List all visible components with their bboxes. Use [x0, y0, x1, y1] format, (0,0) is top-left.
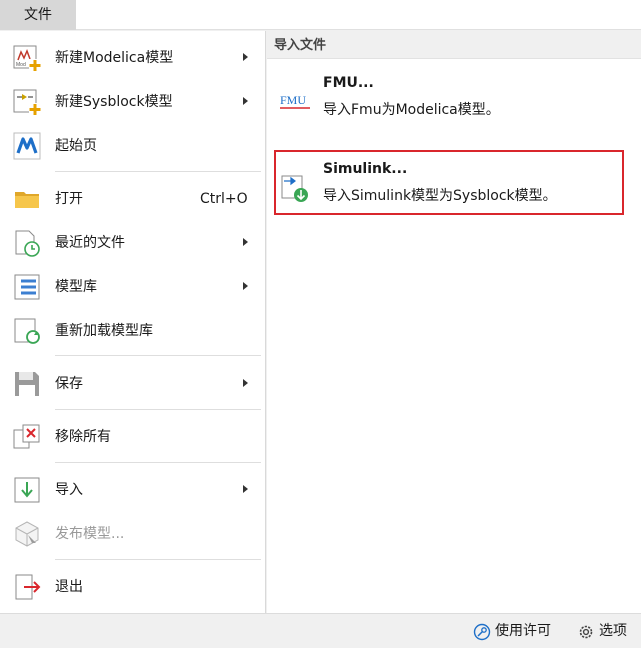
- publish-model-icon: [15, 521, 39, 547]
- menu-separator: [55, 355, 261, 356]
- recent-files-icon: [15, 230, 40, 257]
- menu-item-remove-all[interactable]: 移除所有: [0, 415, 266, 459]
- menu-separator: [55, 409, 261, 410]
- menu-item-model-library[interactable]: 模型库: [0, 265, 266, 309]
- folder-icon: [15, 192, 39, 208]
- import-item-desc: 导入Fmu为Modelica模型。: [323, 102, 500, 118]
- submenu-arrow-icon: [243, 53, 248, 61]
- new-sysblock-icon: [13, 89, 41, 115]
- menu-label: 发布模型...: [55, 526, 125, 542]
- svg-text:Mod: Mod: [16, 62, 26, 68]
- menu-label: 新建Modelica模型: [55, 50, 174, 66]
- start-page-icon: [13, 132, 41, 160]
- menu-item-recent-files[interactable]: 最近的文件: [0, 221, 266, 265]
- submenu-arrow-icon: [243, 485, 248, 493]
- menu-label: 移除所有: [55, 429, 111, 445]
- menu-separator: [55, 462, 261, 463]
- file-tab[interactable]: 文件: [0, 0, 76, 30]
- import-fmu-item[interactable]: FMU FMU... 导入Fmu为Modelica模型。: [275, 67, 631, 131]
- menubar: 文件: [0, 0, 641, 30]
- section-title: 导入文件: [274, 38, 327, 53]
- options-label: 选项: [599, 623, 627, 639]
- menu-label: 导入: [55, 482, 83, 498]
- import-item-title: FMU...: [323, 75, 374, 91]
- menu-separator: [55, 559, 261, 560]
- menu-item-save[interactable]: 保存: [0, 362, 266, 406]
- submenu-arrow-icon: [243, 282, 248, 290]
- fmu-icon: FMU: [280, 93, 310, 109]
- import-panel: 导入文件 FMU FMU... 导入Fmu为Modelica模型。 Simuli…: [267, 31, 641, 613]
- file-menu-panel: Mod 新建Modelica模型 新建Sysblock模型 起始页 打开 Ctr…: [0, 31, 266, 613]
- exit-icon: [15, 574, 41, 600]
- model-library-icon: [14, 274, 40, 300]
- new-modelica-icon: Mod: [13, 45, 41, 71]
- menu-item-new-sysblock[interactable]: 新建Sysblock模型: [0, 80, 266, 124]
- menu-item-import[interactable]: 导入: [0, 468, 266, 512]
- menu-item-exit[interactable]: 退出: [0, 565, 266, 609]
- save-icon: [15, 372, 39, 396]
- remove-all-icon: [13, 424, 40, 449]
- menu-label: 打开: [55, 191, 83, 207]
- menu-label: 起始页: [55, 138, 97, 154]
- license-icon: [473, 623, 491, 641]
- selection-highlight-box: [274, 150, 624, 215]
- menu-item-reload-library[interactable]: 重新加载模型库: [0, 309, 266, 353]
- import-icon: [14, 477, 40, 503]
- fmu-icon-text: FMU: [280, 93, 306, 107]
- shortcut-label: Ctrl+O: [200, 191, 248, 207]
- license-label: 使用许可: [495, 623, 551, 639]
- reload-library-icon: [14, 318, 40, 344]
- submenu-arrow-icon: [243, 238, 248, 246]
- menu-label: 保存: [55, 376, 83, 392]
- import-section-header: 导入文件: [267, 31, 641, 59]
- menu-item-start-page[interactable]: 起始页: [0, 124, 266, 168]
- menu-label: 退出: [55, 579, 83, 595]
- gear-icon: [579, 625, 593, 639]
- menu-label: 最近的文件: [55, 235, 125, 251]
- menu-label: 模型库: [55, 279, 97, 295]
- menu-item-new-modelica[interactable]: Mod 新建Modelica模型: [0, 36, 266, 80]
- submenu-arrow-icon: [243, 97, 248, 105]
- menu-label: 重新加载模型库: [55, 323, 153, 339]
- status-bar: 使用许可 选项: [0, 613, 641, 648]
- menu-separator: [55, 171, 261, 172]
- menu-label: 新建Sysblock模型: [55, 94, 173, 110]
- submenu-arrow-icon: [243, 379, 248, 387]
- menu-item-open[interactable]: 打开 Ctrl+O: [0, 177, 266, 221]
- menu-item-publish-model: 发布模型...: [0, 512, 266, 556]
